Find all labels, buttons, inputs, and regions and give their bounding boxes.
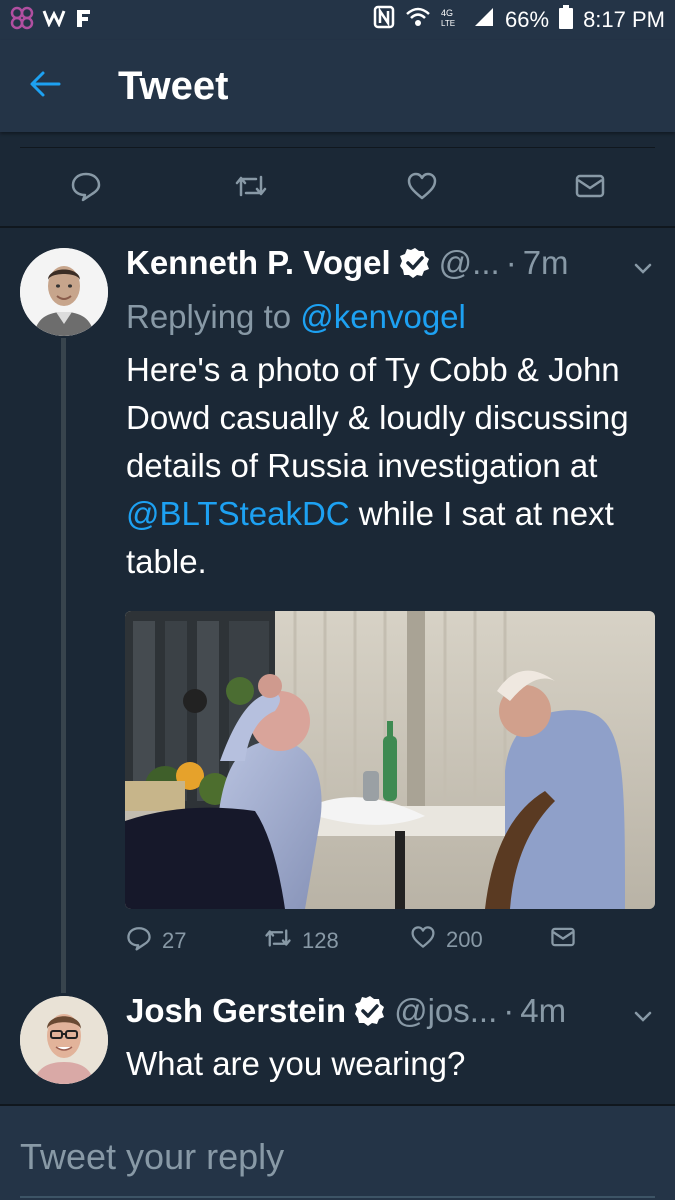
reply-button[interactable] (68, 170, 104, 206)
flower-app-icon (10, 6, 34, 35)
reply-icon (70, 170, 102, 207)
thread-connector (61, 338, 66, 993)
verified-badge-icon (354, 995, 386, 1027)
avatar[interactable] (20, 248, 108, 336)
battery-percent: 66% (505, 7, 550, 32)
tweet-text: What are you wearing? (126, 1045, 466, 1082)
tweet-time: 7m (522, 244, 569, 281)
reply-input-underline (20, 1196, 655, 1198)
tweet-text: Here's a photo of Ty Cobb & John Dowd ca… (126, 346, 656, 586)
svg-text:LTE: LTE (441, 19, 455, 28)
signal-icon (473, 6, 495, 34)
wifi-icon (405, 6, 431, 34)
reply-icon (126, 925, 152, 957)
retweet-icon (234, 171, 268, 206)
like-button[interactable]: 200 (410, 925, 483, 955)
message-icon (574, 172, 606, 205)
divider (20, 147, 655, 148)
reply-input[interactable] (20, 1132, 655, 1182)
author-handle[interactable]: @jos... (394, 992, 497, 1030)
replying-to-link[interactable]: @kenvogel (300, 298, 466, 335)
author-handle[interactable]: @... (439, 244, 500, 282)
reply-button[interactable]: 27 (126, 925, 186, 957)
app-header: Tweet (0, 40, 675, 132)
restaurant-photo-image (125, 611, 655, 909)
like-button[interactable] (404, 170, 440, 206)
tweet-header: Kenneth P. Vogel @... · 7m (126, 244, 569, 282)
message-button[interactable] (572, 170, 608, 206)
back-arrow-icon (29, 70, 61, 103)
lte-icon: 4G LTE (441, 6, 463, 34)
mention-link[interactable]: @BLTSteakDC (126, 495, 350, 532)
replying-prefix: Replying to (126, 298, 301, 335)
status-bar: 4G LTE 66% 8:17 PM (0, 0, 675, 40)
status-left-icons (10, 6, 92, 35)
message-icon (550, 925, 576, 955)
message-button[interactable] (550, 925, 576, 955)
page-title: Tweet (118, 63, 229, 108)
reply-bar (0, 1104, 675, 1200)
verified-badge-icon (399, 247, 431, 279)
like-count: 200 (446, 927, 483, 952)
previous-tweet-actions (0, 160, 675, 216)
avatar[interactable] (20, 996, 108, 1084)
retweet-count: 128 (302, 928, 339, 953)
clock: 8:17 PM (583, 7, 665, 32)
tweet-header: Josh Gerstein @jos... · 4m (126, 992, 566, 1030)
tweet-photo[interactable] (125, 611, 655, 909)
tweet-text-part: Here's a photo of Ty Cobb & John Dowd ca… (126, 351, 629, 484)
tweet-actions: 27 128 200 (126, 925, 656, 961)
separator-dot: · (505, 244, 517, 281)
author-name[interactable]: Kenneth P. Vogel (126, 244, 391, 282)
f-app-icon (74, 8, 92, 33)
nfc-icon (373, 5, 395, 35)
replying-to: Replying to @kenvogel (126, 298, 466, 336)
section-separator (0, 226, 675, 228)
tweet-menu-caret-icon[interactable] (631, 1004, 655, 1028)
tweet-menu-caret-icon[interactable] (631, 256, 655, 280)
separator-dot: · (503, 992, 515, 1029)
battery-icon (559, 5, 574, 35)
author-name[interactable]: Josh Gerstein (126, 992, 346, 1030)
like-icon (406, 171, 438, 206)
tweet-time: 4m (520, 992, 567, 1029)
retweet-button[interactable]: 128 (264, 925, 339, 957)
w-app-icon (42, 7, 66, 33)
like-icon (410, 925, 436, 955)
retweet-button[interactable] (233, 170, 269, 206)
status-right: 4G LTE 66% 8:17 PM (373, 5, 665, 35)
retweet-icon (264, 925, 292, 957)
back-button[interactable] (16, 57, 74, 115)
reply-count: 27 (162, 928, 187, 953)
svg-text:4G: 4G (441, 8, 453, 18)
